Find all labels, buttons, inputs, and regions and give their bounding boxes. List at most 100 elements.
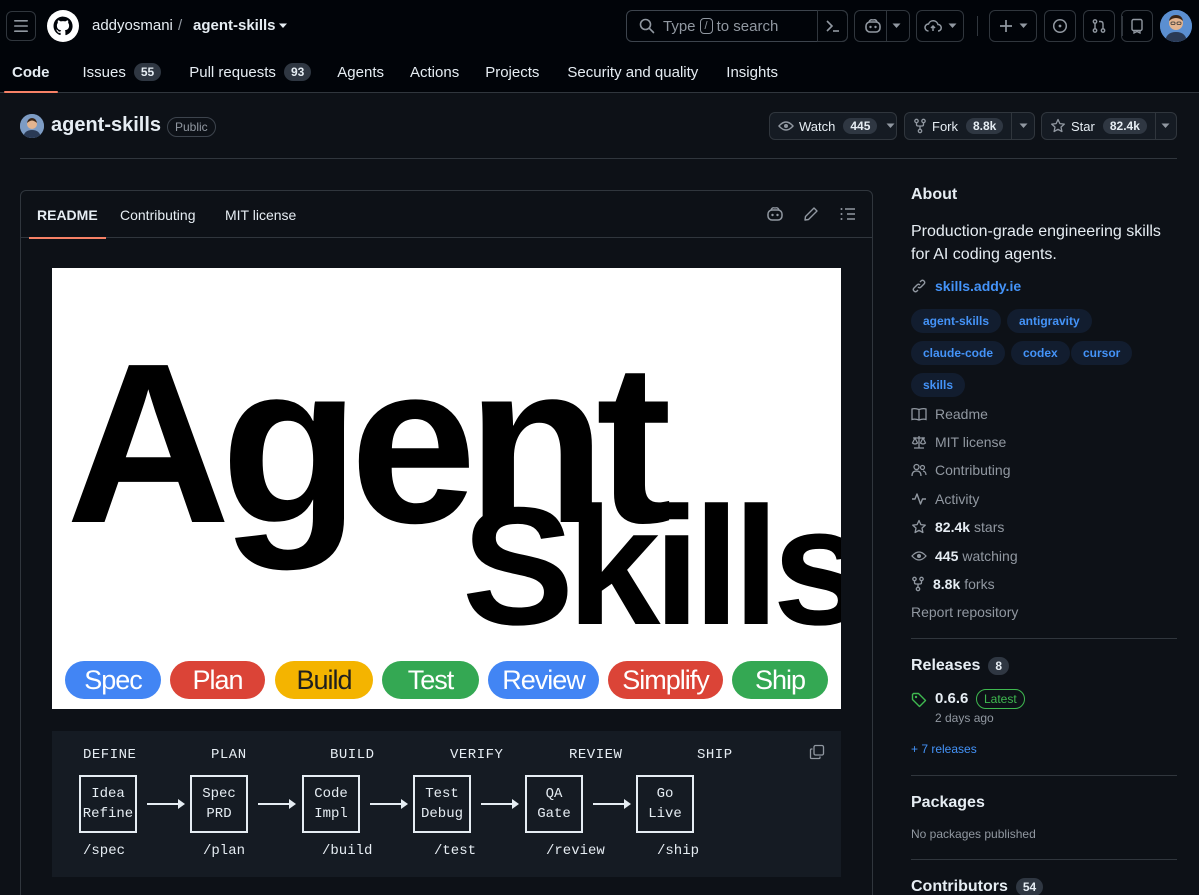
flow-box-plan: Spec PRD <box>190 775 248 833</box>
pull-requests-counter: 93 <box>283 63 312 81</box>
tab-security[interactable]: Security and quality <box>551 52 710 92</box>
tab-agents[interactable]: Agents <box>323 52 396 92</box>
command-test: /test <box>434 843 477 859</box>
outline-list-icon[interactable] <box>840 207 856 221</box>
star-button[interactable]: Star 82.4k <box>1041 112 1177 140</box>
stars-link[interactable]: 82.4k stars <box>911 519 1004 535</box>
license-link[interactable]: MIT license <box>911 434 1006 450</box>
topic-tag[interactable]: agent-skills <box>911 309 1002 333</box>
star-icon <box>1051 118 1065 133</box>
flow-box-line: Spec <box>202 786 236 802</box>
pull-requests-button[interactable] <box>1083 10 1115 42</box>
issues-button[interactable] <box>1044 10 1076 42</box>
fork-dropdown[interactable] <box>1011 113 1034 139</box>
topic-tag[interactable]: skills <box>911 373 966 397</box>
license-link-label: MIT license <box>935 434 1007 450</box>
tab-label: Security and quality <box>567 63 699 81</box>
chevron-down-icon <box>1019 23 1027 28</box>
breadcrumb-repo[interactable]: agent-skills <box>193 17 276 34</box>
stage-plan: PLAN <box>211 747 247 763</box>
visibility-badge: Public <box>167 117 216 137</box>
flow-box-line: Live <box>648 806 682 822</box>
copilot-icon <box>864 19 881 33</box>
tab-label: Agents <box>337 63 384 81</box>
search-input[interactable]: Type / to search <box>626 10 848 42</box>
readme-tab-license[interactable]: MIT license <box>225 191 296 238</box>
pill-review: Review <box>488 661 599 699</box>
packages-empty-text: No packages published <box>911 827 1036 841</box>
fork-label: Fork <box>932 118 958 134</box>
flow-box-line: Idea <box>91 786 125 802</box>
tab-label: Actions <box>410 63 460 81</box>
create-new-button[interactable] <box>989 10 1037 42</box>
copy-icon[interactable] <box>809 744 825 760</box>
tab-projects[interactable]: Projects <box>471 52 551 92</box>
star-count: 82.4k <box>1102 118 1147 134</box>
tab-insights[interactable]: Insights <box>710 52 790 92</box>
packages-heading[interactable]: Packages <box>911 794 985 812</box>
readme-hero-image: Agent Skills Spec Plan Build Test Review… <box>52 268 841 709</box>
stars-label: stars <box>974 519 1005 535</box>
watch-label: Watch <box>799 118 836 134</box>
report-repository-link[interactable]: Report repository <box>911 604 1018 620</box>
flow-box-verify: Test Debug <box>413 775 471 833</box>
website-text: skills.addy.ie <box>935 278 1022 294</box>
notifications-button[interactable] <box>1121 10 1153 42</box>
website-link[interactable]: skills.addy.ie <box>911 278 1021 294</box>
watch-dropdown[interactable] <box>885 113 896 139</box>
menu-button[interactable] <box>6 11 36 41</box>
topic-tag[interactable]: cursor <box>1071 341 1133 365</box>
contributors-heading[interactable]: Contributors 54 <box>911 878 1044 895</box>
about-heading: About <box>911 186 958 203</box>
latest-release-version[interactable]: 0.6.6 <box>935 690 968 707</box>
topic-tag[interactable]: antigravity <box>1007 309 1092 333</box>
flow-arrow <box>147 799 185 809</box>
command-palette-button[interactable] <box>817 10 848 42</box>
stars-count: 82.4k <box>935 519 971 535</box>
user-avatar[interactable] <box>1160 10 1192 42</box>
git-pull-request-icon <box>1092 19 1106 33</box>
forks-link[interactable]: 8.8k forks <box>911 576 995 592</box>
more-releases-link[interactable]: + 7 releases <box>911 742 977 756</box>
flow-arrow <box>258 799 296 809</box>
command-build: /build <box>322 843 373 859</box>
star-dropdown[interactable] <box>1154 113 1176 139</box>
flow-box-build: Code Impl <box>302 775 360 833</box>
codespaces-button[interactable] <box>916 10 964 42</box>
copilot-ask-icon[interactable] <box>766 206 784 222</box>
watch-button[interactable]: Watch 445 <box>769 112 897 140</box>
watching-link[interactable]: 445 watching <box>911 548 1018 564</box>
command-spec: /spec <box>83 843 126 859</box>
breadcrumb-owner[interactable]: addyosmani <box>92 17 173 34</box>
releases-heading[interactable]: Releases 8 <box>911 657 1010 675</box>
readme-tab-label: MIT license <box>225 206 297 223</box>
repo-nav: Code Issues 55 Pull requests 93 Agents Act… <box>0 52 790 93</box>
pencil-icon[interactable] <box>803 206 819 222</box>
activity-link[interactable]: Activity <box>911 491 979 507</box>
tab-pull-requests[interactable]: Pull requests 93 <box>173 52 323 92</box>
tab-code[interactable]: Code <box>0 52 62 93</box>
link-icon <box>912 279 926 293</box>
owner-avatar[interactable] <box>20 114 44 138</box>
people-icon <box>911 463 927 477</box>
topic-tag[interactable]: codex <box>1011 341 1070 365</box>
readme-tab-contributing[interactable]: Contributing <box>120 191 196 238</box>
hamburger-icon <box>14 20 28 32</box>
tab-actions[interactable]: Actions <box>396 52 471 92</box>
readme-link[interactable]: Readme <box>911 406 988 422</box>
topic-tag[interactable]: claude-code <box>911 341 1006 365</box>
readme-tab-readme[interactable]: README <box>29 191 106 239</box>
repo-title[interactable]: agent-skills <box>51 114 161 137</box>
tab-issues[interactable]: Issues 55 <box>62 52 174 92</box>
search-icon <box>639 18 655 34</box>
repo-forked-icon <box>914 118 926 134</box>
github-logo-icon[interactable] <box>47 10 79 42</box>
repo-switcher-caret-icon[interactable] <box>278 22 288 30</box>
contributing-link[interactable]: Contributing <box>911 462 1011 478</box>
pill-build: Build <box>275 661 373 699</box>
chevron-down-icon <box>1161 123 1170 128</box>
fork-button[interactable]: Fork 8.8k <box>904 112 1035 140</box>
pill-plan: Plan <box>170 661 265 699</box>
copilot-button[interactable] <box>854 10 910 42</box>
flow-box-define: Idea Refine <box>79 775 137 833</box>
